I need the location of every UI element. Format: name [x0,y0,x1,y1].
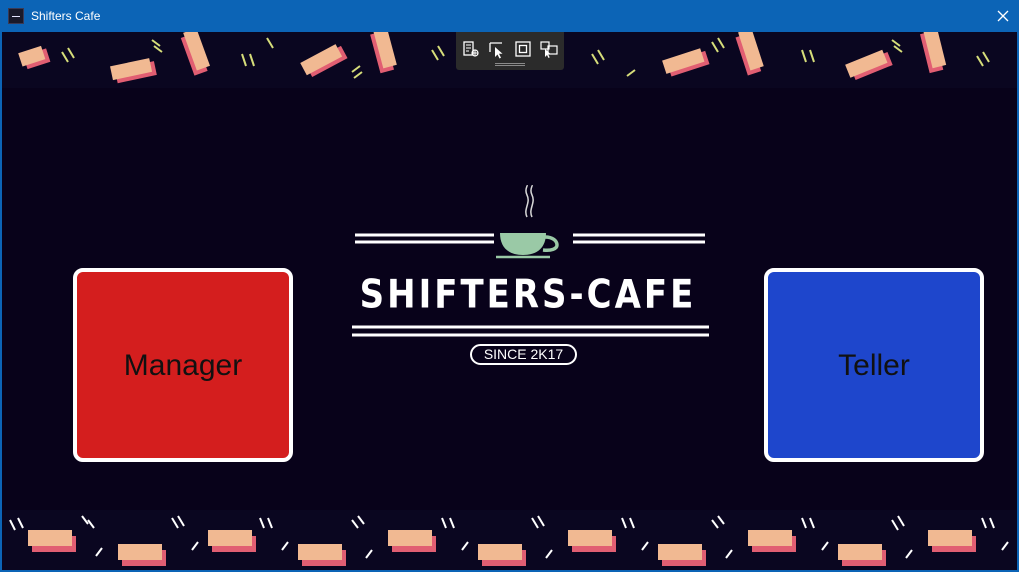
ticket-decoration [208,530,256,552]
close-icon [997,10,1009,22]
pattern-decoration [9,515,1009,566]
display-layout-adorners-icon[interactable] [513,39,533,59]
ticket-decoration [478,544,526,566]
ticket-decoration [388,530,436,552]
teller-button[interactable]: Teller [764,268,984,462]
close-button[interactable] [987,0,1019,32]
ticket-decoration [300,44,348,77]
ticket-decoration [18,45,51,70]
ticket-decoration [298,544,346,566]
manager-button[interactable]: Manager [73,268,293,462]
ticket-decoration [110,58,157,84]
logo-title: SHIFTERS-CAFE [359,272,697,318]
app-icon [8,8,24,24]
track-focused-element-icon[interactable] [539,39,559,59]
coffee-cup-icon [496,185,559,259]
ticket-decoration [748,530,796,552]
ticket-decoration [662,48,710,77]
pointer-icon[interactable] [487,39,507,59]
ticket-decoration [28,530,76,552]
window-title: Shifters Cafe [31,9,101,23]
ticket-decoration [118,544,166,566]
logo-rule-bottom [352,325,709,337]
title-bar: Shifters Cafe [0,0,1019,32]
ticket-decoration [568,530,616,552]
tagline-badge: SINCE 2K17 [470,344,577,365]
ticket-decoration [180,32,210,76]
bottom-pattern-band [2,510,1017,570]
ticket-decoration [735,32,764,76]
cafe-logo: SHIFTERS-CAFE SINCE 2K17 [350,185,712,370]
manager-label: Manager [123,349,243,382]
teller-label: Teller [838,349,910,382]
ticket-decoration [838,544,886,566]
ticket-decoration [370,32,397,74]
ticket-decoration [658,544,706,566]
toolbar-grip[interactable] [495,63,525,66]
debug-toolbar [456,32,564,70]
ticket-decoration [845,49,893,80]
ticket-decoration [928,530,976,552]
ticket-decoration [920,32,947,74]
select-element-icon[interactable] [461,39,481,59]
